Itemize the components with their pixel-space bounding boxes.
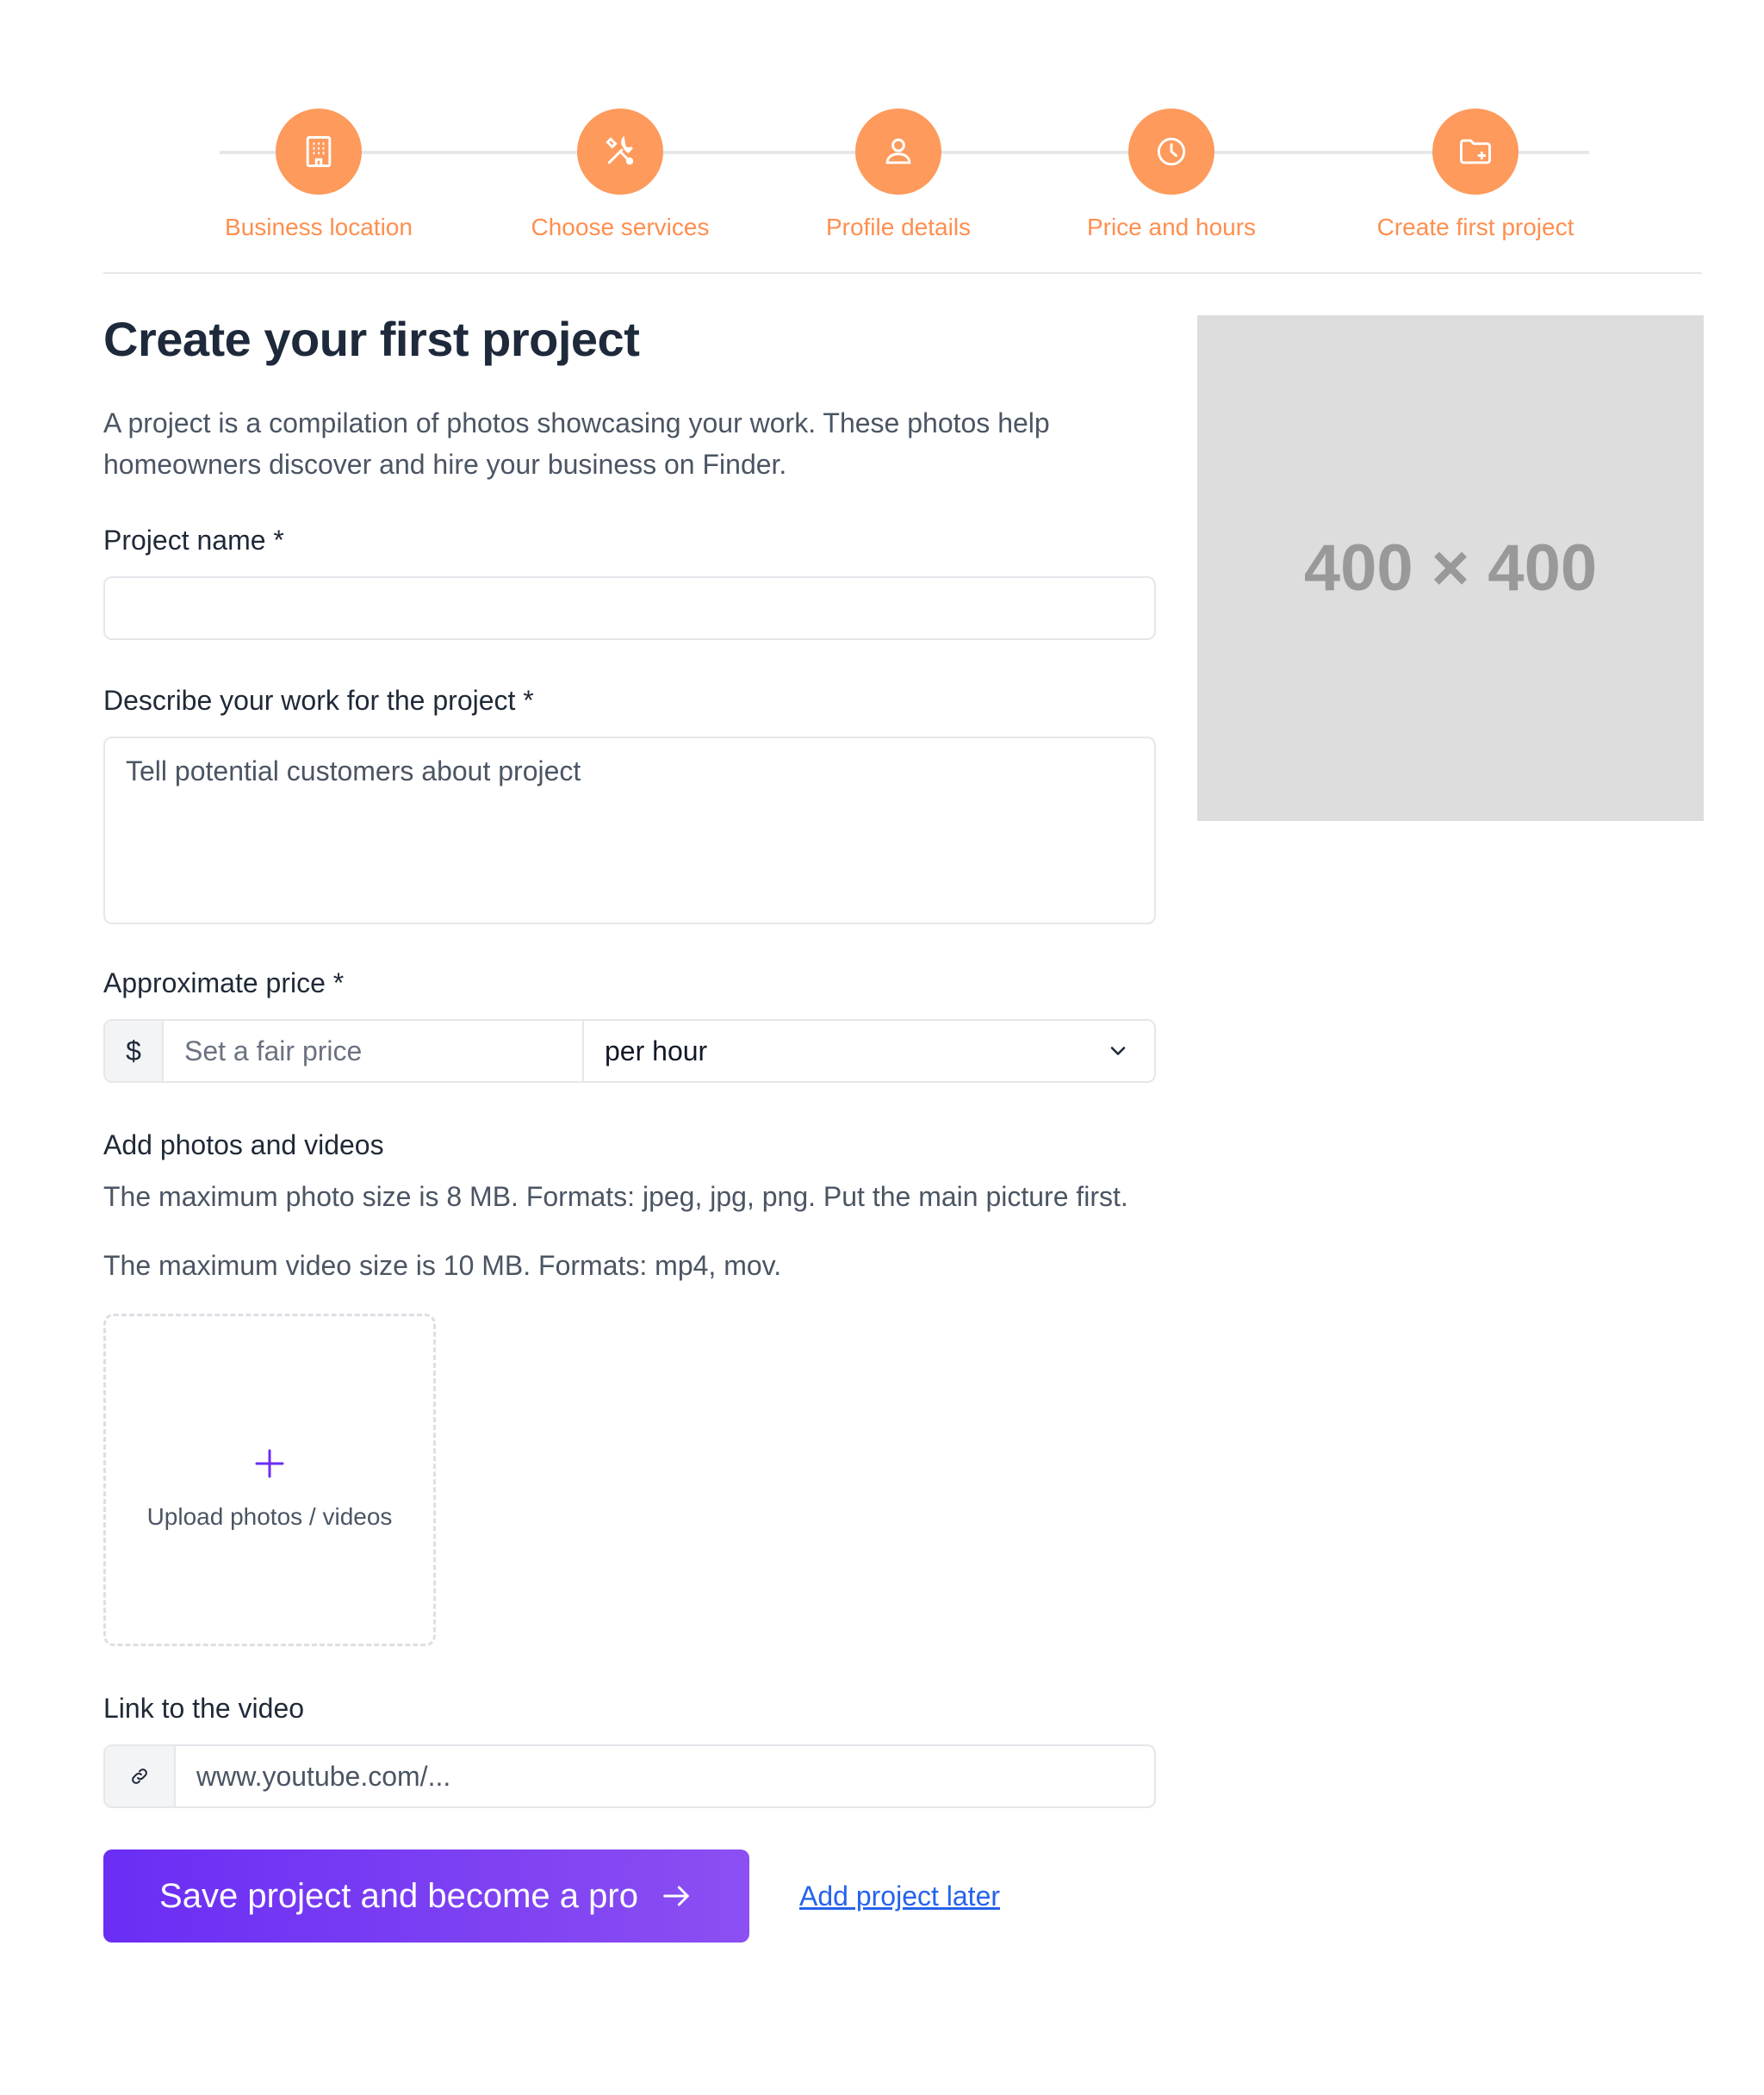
step-profile-details[interactable]: Profile details (769, 109, 1028, 241)
placeholder-image: 400 × 400 (1197, 315, 1704, 821)
building-icon (306, 136, 332, 167)
step-choose-services[interactable]: Choose services (491, 109, 749, 241)
step-label: Choose services (531, 214, 710, 240)
progress-stepper: Business location Choose services Profil… (103, 109, 1705, 264)
currency-addon: $ (105, 1021, 164, 1082)
link-icon (132, 1769, 147, 1785)
upload-dropzone[interactable]: Upload photos / videos (103, 1314, 436, 1647)
save-project-button[interactable]: Save project and become a pro (103, 1849, 749, 1943)
page-description: A project is a compilation of photos sho… (103, 407, 1050, 481)
price-unit-value: per hour (605, 1035, 708, 1066)
project-form: Create your first project A project is a… (103, 310, 1156, 1943)
work-description-label: Describe your work for the project * (103, 685, 534, 717)
step-circle (577, 109, 663, 195)
add-project-later-link[interactable]: Add project later (799, 1881, 1000, 1912)
video-help-text: The maximum video size is 10 MB. Formats… (103, 1250, 782, 1282)
price-unit-select[interactable]: per hour (584, 1021, 1154, 1081)
arrow-right-icon (663, 1886, 689, 1906)
step-circle (276, 109, 362, 195)
onboarding-page: Business location Choose services Profil… (0, 0, 1764, 2095)
divider (103, 272, 1702, 274)
photo-help-text: The maximum photo size is 8 MB. Formats:… (103, 1181, 1128, 1213)
form-actions: Save project and become a pro Add projec… (103, 1849, 1156, 1943)
step-create-first-project[interactable]: Create first project (1346, 109, 1605, 241)
step-circle (1432, 109, 1519, 195)
chevron-down-icon (1110, 1047, 1126, 1055)
upload-label: Upload photos / videos (146, 1503, 393, 1531)
save-project-label: Save project and become a pro (159, 1876, 638, 1915)
project-name-label: Project name * (103, 525, 284, 556)
step-label: Create first project (1376, 214, 1575, 240)
step-label: Business location (225, 214, 413, 240)
tools-icon (606, 135, 634, 165)
video-link-label: Link to the video (103, 1693, 305, 1725)
folder-plus-icon (1460, 139, 1491, 165)
media-label: Add photos and videos (103, 1129, 384, 1161)
link-addon (105, 1746, 176, 1807)
video-link-input[interactable]: www.youtube.com/... (176, 1746, 1154, 1806)
step-price-and-hours[interactable]: Price and hours (1042, 109, 1301, 241)
user-icon (885, 138, 911, 165)
step-circle (855, 109, 941, 195)
video-link-input-group: www.youtube.com/... (103, 1744, 1156, 1809)
step-label: Price and hours (1086, 214, 1257, 240)
price-input[interactable]: Set a fair price (164, 1021, 584, 1082)
clock-icon (1157, 137, 1186, 166)
price-label: Approximate price * (103, 967, 345, 999)
step-label: Profile details (825, 214, 972, 240)
page-title: Create your first project (103, 312, 640, 366)
work-description-textarea[interactable]: Tell potential customers about project (103, 737, 1156, 925)
plus-icon (255, 1449, 284, 1478)
project-name-input[interactable] (103, 576, 1156, 641)
step-business-location[interactable]: Business location (189, 109, 448, 241)
step-circle (1128, 109, 1214, 195)
price-input-group: $ Set a fair price per hour (103, 1019, 1156, 1084)
